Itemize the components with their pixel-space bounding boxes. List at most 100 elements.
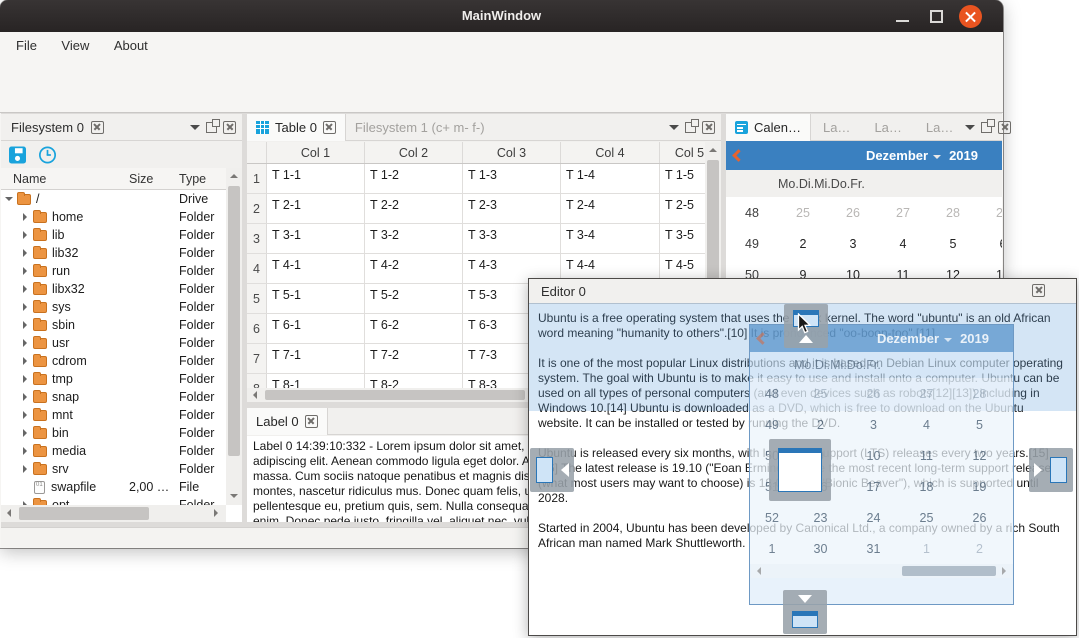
tree-header[interactable]: Name Size Type <box>1 168 242 190</box>
scroll-left-icon[interactable] <box>247 387 263 403</box>
table-row-header[interactable]: 8 <box>247 374 267 388</box>
tab-label-1[interactable]: La… <box>811 114 862 141</box>
dock-indicator-bottom[interactable] <box>783 590 827 634</box>
table-cell[interactable]: T 2-4 <box>561 194 660 223</box>
dock-close-icon[interactable] <box>998 121 1011 134</box>
tab-label-2[interactable]: La… <box>862 114 913 141</box>
table-cell[interactable]: T 3-2 <box>365 224 463 253</box>
table-row-header[interactable]: 4 <box>247 254 267 283</box>
calendar-day-cell[interactable]: 3 <box>828 237 878 251</box>
calendar-day-cell[interactable]: 6 <box>978 237 1002 251</box>
table-cell[interactable]: T 1-4 <box>561 164 660 193</box>
tab-close-icon[interactable] <box>305 415 318 428</box>
table-cell[interactable]: T 2-3 <box>463 194 561 223</box>
table-column-header[interactable]: Col 3 <box>463 142 561 163</box>
scroll-right-icon[interactable] <box>210 505 226 521</box>
calendar-day-cell[interactable]: 2 <box>778 237 828 251</box>
scroll-up-icon[interactable] <box>226 168 242 184</box>
maximize-icon[interactable] <box>930 10 943 23</box>
chevron-collapsed-icon[interactable] <box>19 463 31 475</box>
tree-row[interactable]: /Drive <box>1 190 226 208</box>
chevron-collapsed-icon[interactable] <box>19 391 31 403</box>
table-row-header[interactable]: 3 <box>247 224 267 253</box>
filesystem-dock-titlebar[interactable]: Filesystem 0 <box>1 114 242 141</box>
calendar-day-cell[interactable]: 27 <box>878 206 928 220</box>
calendar-day-cell[interactable]: 29 <box>978 206 1002 220</box>
tree-row[interactable]: usrFolder <box>1 334 226 352</box>
save-icon[interactable] <box>9 147 26 164</box>
table-cell[interactable]: T 3-1 <box>267 224 365 253</box>
menu-view[interactable]: View <box>51 32 99 59</box>
chevron-collapsed-icon[interactable] <box>19 409 31 421</box>
chevron-collapsed-icon[interactable] <box>19 355 31 367</box>
tree-row[interactable]: mediaFolder <box>1 442 226 460</box>
table-cell[interactable]: T 3-3 <box>463 224 561 253</box>
table-column-header[interactable]: Col 2 <box>365 142 463 163</box>
restore-icon[interactable] <box>39 147 56 164</box>
table-cell[interactable]: T 3-4 <box>561 224 660 253</box>
close-icon[interactable] <box>959 5 982 28</box>
tree-row[interactable]: snapFolder <box>1 388 226 406</box>
dock-indicator-center[interactable] <box>769 439 831 501</box>
dock-close-icon[interactable] <box>702 121 715 134</box>
chevron-collapsed-icon[interactable] <box>19 337 31 349</box>
tree-row[interactable]: cdromFolder <box>1 352 226 370</box>
chevron-collapsed-icon[interactable] <box>19 373 31 385</box>
tree-row[interactable]: swapfile2,00 …File <box>1 478 226 496</box>
table-column-header[interactable]: Col 1 <box>267 142 365 163</box>
table-cell[interactable]: T 1-2 <box>365 164 463 193</box>
table-cell[interactable]: T 1-1 <box>267 164 365 193</box>
scroll-up-icon[interactable] <box>705 142 721 158</box>
chevron-collapsed-icon[interactable] <box>19 229 31 241</box>
chevron-collapsed-icon[interactable] <box>19 301 31 313</box>
calendar-day-cell[interactable]: 4 <box>878 237 928 251</box>
editor-titlebar[interactable]: Editor 0 <box>529 279 1076 304</box>
tab-filesystem-1[interactable]: Filesystem 1 (c+ m- f-) <box>346 114 494 141</box>
calendar-day-cell[interactable]: 5 <box>928 237 978 251</box>
chevron-expanded-icon[interactable] <box>3 193 15 205</box>
titlebar[interactable]: MainWindow <box>0 0 1003 32</box>
dock-menu-icon[interactable] <box>669 125 679 135</box>
table-row-header[interactable]: 2 <box>247 194 267 223</box>
tree-row[interactable]: lib32Folder <box>1 244 226 262</box>
tab-calendar-0[interactable]: Calen… <box>726 114 811 141</box>
tree-row[interactable]: runFolder <box>1 262 226 280</box>
chevron-collapsed-icon[interactable] <box>19 265 31 277</box>
calendar-month[interactable]: Dezember <box>866 148 928 163</box>
scrollbar-thumb[interactable] <box>19 507 149 520</box>
tab-table-0[interactable]: Table 0 <box>247 114 346 141</box>
tab-label-0[interactable]: Label 0 <box>247 408 328 435</box>
tree-row[interactable]: optFolder <box>1 496 226 505</box>
dock-indicator-right[interactable] <box>1029 448 1073 492</box>
dock-float-icon[interactable] <box>981 122 992 133</box>
menu-file[interactable]: File <box>6 32 47 59</box>
tree-row[interactable]: sysFolder <box>1 298 226 316</box>
tab-close-icon[interactable] <box>323 121 336 134</box>
table-cell[interactable]: T 1-5 <box>660 164 705 193</box>
calendar-prev-icon[interactable] <box>732 149 745 162</box>
chevron-collapsed-icon[interactable] <box>19 211 31 223</box>
tree-row[interactable]: sbinFolder <box>1 316 226 334</box>
column-size[interactable]: Size <box>129 172 179 186</box>
dock-float-icon[interactable] <box>685 122 696 133</box>
tree-row[interactable]: libFolder <box>1 226 226 244</box>
table-cell[interactable]: T 5-1 <box>267 284 365 313</box>
table-row-header[interactable]: 6 <box>247 314 267 343</box>
table-cell[interactable]: T 7-2 <box>365 344 463 373</box>
table-cell[interactable]: T 4-1 <box>267 254 365 283</box>
chevron-collapsed-icon[interactable] <box>19 445 31 457</box>
tree-row[interactable]: mntFolder <box>1 406 226 424</box>
scrollbar-thumb[interactable] <box>265 390 525 400</box>
table-cell[interactable]: T 3-5 <box>660 224 705 253</box>
table-row-header[interactable]: 1 <box>247 164 267 193</box>
tab-label-3[interactable]: La… <box>914 114 965 141</box>
table-row-header[interactable]: 5 <box>247 284 267 313</box>
editor-close-icon[interactable] <box>1032 284 1045 297</box>
table-cell[interactable]: T 2-5 <box>660 194 705 223</box>
table-row-header[interactable]: 7 <box>247 344 267 373</box>
tree-horizontal-scrollbar[interactable] <box>1 505 226 522</box>
calendar-day-cell[interactable]: 25 <box>778 206 828 220</box>
table-cell[interactable]: T 4-2 <box>365 254 463 283</box>
tree-row[interactable]: srvFolder <box>1 460 226 478</box>
chevron-collapsed-icon[interactable] <box>19 283 31 295</box>
